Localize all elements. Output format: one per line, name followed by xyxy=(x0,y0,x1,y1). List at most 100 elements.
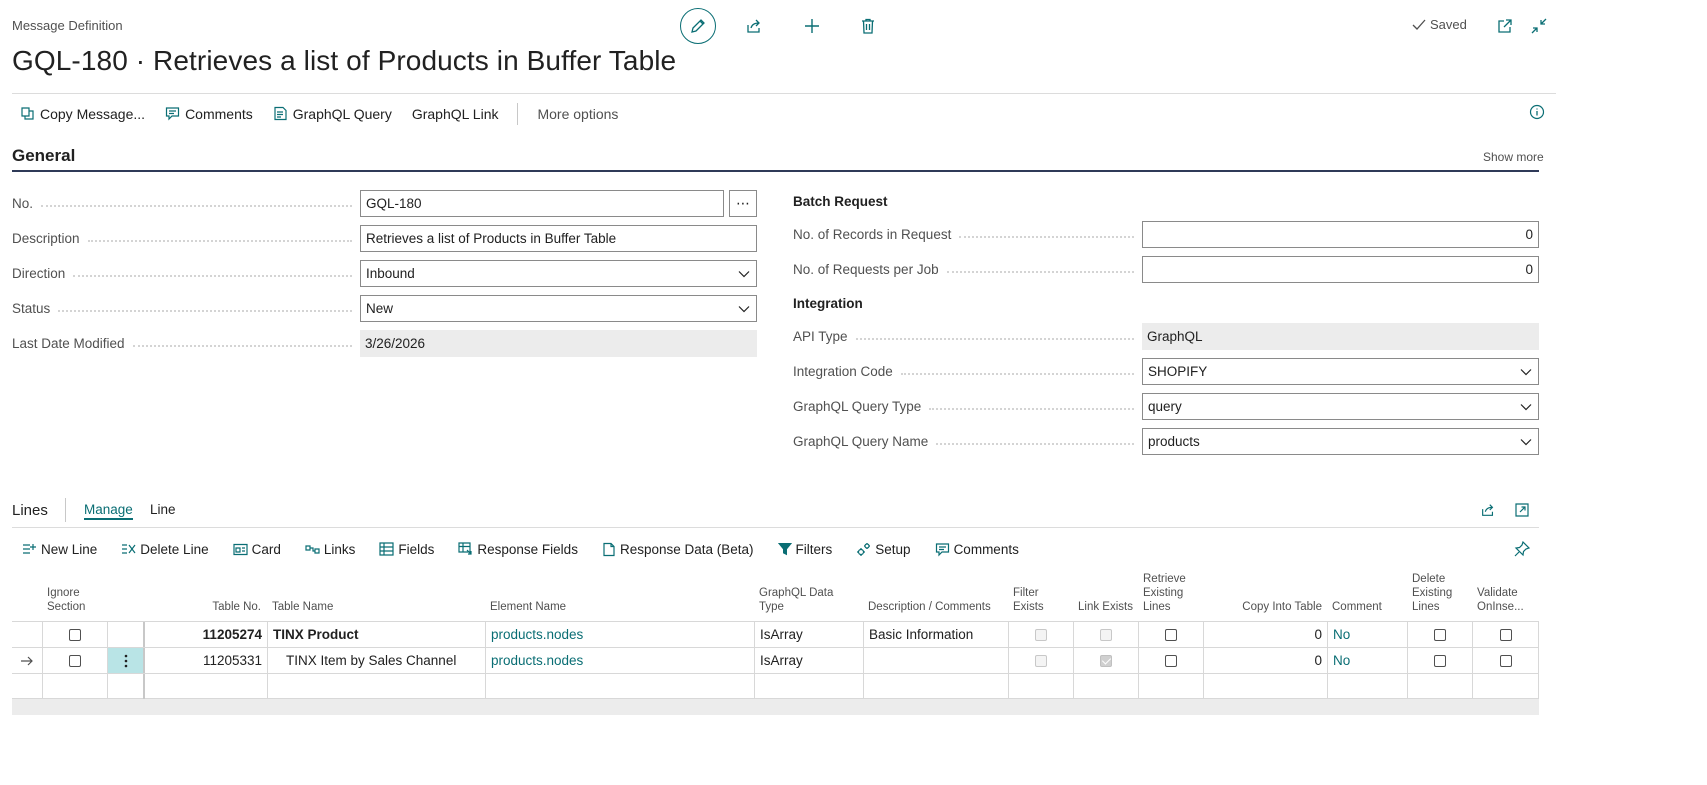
empty-cell[interactable] xyxy=(485,674,754,699)
retrieve-existing-cell[interactable] xyxy=(1138,622,1203,647)
col-retrieve-existing[interactable]: Retrieve Existing Lines xyxy=(1138,570,1203,621)
new-record-button[interactable] xyxy=(794,8,830,44)
open-new-window-button[interactable] xyxy=(1487,8,1523,44)
empty-cell[interactable] xyxy=(143,674,267,699)
delete-existing-cell[interactable] xyxy=(1407,648,1472,673)
col-comment[interactable]: Comment xyxy=(1327,570,1407,621)
direction-select[interactable]: Inbound xyxy=(360,260,757,287)
general-section-title[interactable]: General xyxy=(12,146,75,166)
col-validate-oninsert[interactable]: Validate OnInse... xyxy=(1472,570,1539,621)
empty-cell[interactable] xyxy=(754,674,863,699)
query-name-select[interactable]: products xyxy=(1142,428,1539,455)
table-no-cell[interactable]: 11205331 xyxy=(143,648,267,673)
ignore-section-checkbox[interactable] xyxy=(69,628,81,641)
empty-cell[interactable] xyxy=(42,674,107,699)
col-filter-exists[interactable]: Filter Exists xyxy=(1008,570,1073,621)
new-line-action[interactable]: New Line xyxy=(12,542,109,557)
comment-link[interactable]: No xyxy=(1327,648,1407,673)
col-delete-existing[interactable]: Delete Existing Lines xyxy=(1407,570,1472,621)
table-row[interactable]: 11205331 TINX Item by Sales Channel prod… xyxy=(12,647,1539,673)
retrieve-existing-checkbox[interactable] xyxy=(1165,654,1177,667)
empty-cell[interactable] xyxy=(267,674,485,699)
retrieve-existing-cell[interactable] xyxy=(1138,648,1203,673)
comments-action[interactable]: Comments xyxy=(155,94,263,133)
empty-table-row[interactable] xyxy=(12,673,1539,699)
graphql-query-action[interactable]: GraphQL Query xyxy=(263,94,402,133)
links-action[interactable]: Links xyxy=(293,542,368,557)
col-link-exists[interactable]: Link Exists xyxy=(1073,570,1138,621)
col-table-no[interactable]: Table No. xyxy=(144,570,266,621)
response-fields-action[interactable]: Response Fields xyxy=(446,542,590,557)
row-menu-cell[interactable] xyxy=(107,648,143,673)
empty-cell[interactable] xyxy=(1327,674,1407,699)
col-table-name[interactable]: Table Name xyxy=(267,570,485,621)
setup-action[interactable]: Setup xyxy=(844,542,922,557)
col-copy-into-table[interactable]: Copy Into Table xyxy=(1203,570,1327,621)
empty-cell[interactable] xyxy=(1073,674,1138,699)
validate-oninsert-cell[interactable] xyxy=(1472,622,1539,647)
element-name-link[interactable]: products.nodes xyxy=(485,648,754,673)
table-row[interactable]: 11205274 TINX Product products.nodes IsA… xyxy=(12,621,1539,647)
empty-cell[interactable] xyxy=(1472,674,1539,699)
lines-comments-action[interactable]: Comments xyxy=(923,542,1031,557)
table-name-cell[interactable]: TINX Product xyxy=(267,622,485,647)
validate-oninsert-cell[interactable] xyxy=(1472,648,1539,673)
show-more-link[interactable]: Show more xyxy=(1483,150,1544,164)
tab-manage[interactable]: Manage xyxy=(84,502,133,520)
integration-code-select[interactable]: SHOPIFY xyxy=(1142,358,1539,385)
response-data-action[interactable]: Response Data (Beta) xyxy=(590,542,766,557)
records-in-request-field[interactable]: 0 xyxy=(1142,221,1539,248)
collapse-button[interactable] xyxy=(1521,8,1557,44)
delete-existing-checkbox[interactable] xyxy=(1434,654,1446,667)
edit-button[interactable] xyxy=(680,8,716,44)
fields-action[interactable]: Fields xyxy=(367,542,446,557)
ignore-section-cell[interactable] xyxy=(42,622,107,647)
retrieve-existing-checkbox[interactable] xyxy=(1165,628,1177,641)
lines-expand-button[interactable] xyxy=(1504,492,1540,528)
row-menu-cell[interactable] xyxy=(107,622,143,647)
validate-oninsert-checkbox[interactable] xyxy=(1499,628,1512,641)
table-no-cell[interactable]: 11205274 xyxy=(143,622,267,647)
col-graphql-data-type[interactable]: GraphQL Data Type xyxy=(754,570,863,621)
tab-line[interactable]: Line xyxy=(150,502,176,517)
empty-cell[interactable] xyxy=(863,674,1008,699)
empty-cell[interactable] xyxy=(1138,674,1203,699)
description-cell[interactable] xyxy=(863,648,1008,673)
status-select[interactable]: New xyxy=(360,295,757,322)
empty-cell[interactable] xyxy=(1203,674,1327,699)
col-element-name[interactable]: Element Name xyxy=(485,570,754,621)
empty-cell[interactable] xyxy=(1008,674,1073,699)
requests-per-job-field[interactable]: 0 xyxy=(1142,256,1539,283)
assist-edit-button[interactable]: ⋯ xyxy=(729,190,757,217)
col-description[interactable]: Description / Comments xyxy=(863,570,1008,621)
share-button[interactable] xyxy=(736,8,772,44)
filters-action[interactable]: Filters xyxy=(766,542,845,557)
description-field[interactable]: Retrieves a list of Products in Buffer T… xyxy=(360,225,757,252)
lines-share-button[interactable] xyxy=(1470,492,1506,528)
data-type-cell[interactable]: IsArray xyxy=(754,648,863,673)
empty-cell[interactable] xyxy=(107,674,143,699)
grid-scroll-area[interactable] xyxy=(12,699,1539,715)
personalize-button[interactable] xyxy=(1504,531,1540,567)
graphql-link-action[interactable]: GraphQL Link xyxy=(402,94,509,133)
no-field[interactable]: GQL-180 xyxy=(360,190,724,217)
delete-existing-cell[interactable] xyxy=(1407,622,1472,647)
delete-existing-checkbox[interactable] xyxy=(1434,628,1446,641)
info-button[interactable] xyxy=(1529,104,1545,120)
description-cell[interactable]: Basic Information xyxy=(863,622,1008,647)
card-action[interactable]: Card xyxy=(221,542,293,557)
table-name-cell[interactable]: TINX Item by Sales Channel xyxy=(267,648,485,673)
col-ignore-section[interactable]: Ignore Section xyxy=(42,570,106,621)
copy-into-table-cell[interactable]: 0 xyxy=(1203,648,1327,673)
more-options-action[interactable]: More options xyxy=(527,94,628,133)
copy-into-table-cell[interactable]: 0 xyxy=(1203,622,1327,647)
query-type-select[interactable]: query xyxy=(1142,393,1539,420)
delete-line-action[interactable]: Delete Line xyxy=(109,542,220,557)
data-type-cell[interactable]: IsArray xyxy=(754,622,863,647)
element-name-link[interactable]: products.nodes xyxy=(485,622,754,647)
empty-cell[interactable] xyxy=(1407,674,1472,699)
copy-message-action[interactable]: Copy Message... xyxy=(12,94,155,133)
validate-oninsert-checkbox[interactable] xyxy=(1499,654,1512,667)
ignore-section-cell[interactable] xyxy=(42,648,107,673)
delete-record-button[interactable] xyxy=(850,8,886,44)
